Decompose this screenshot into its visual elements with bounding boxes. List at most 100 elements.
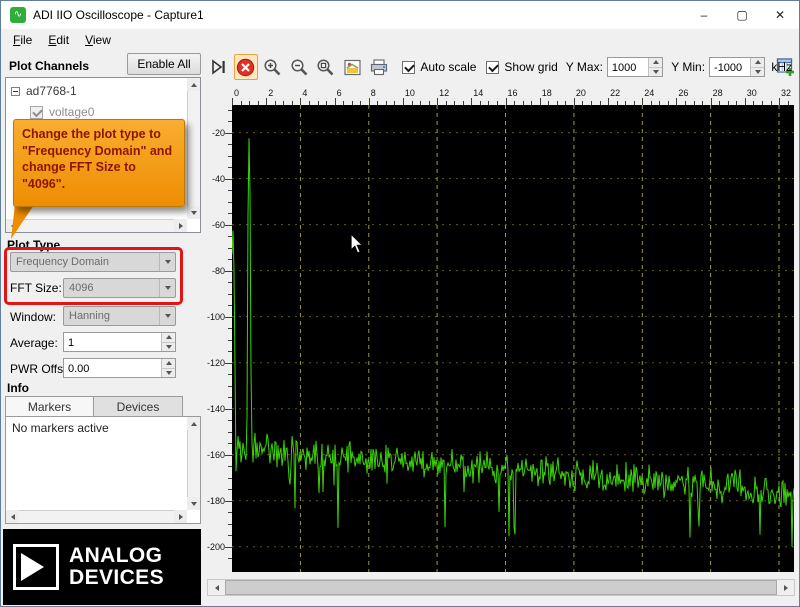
capture-play-button[interactable] bbox=[207, 54, 232, 80]
y-max-label: Y Max: bbox=[565, 60, 603, 74]
x-axis-label: 22 bbox=[610, 88, 621, 98]
scroll-right-icon[interactable] bbox=[174, 219, 187, 232]
save-image-icon bbox=[344, 59, 361, 75]
spin-up-icon[interactable] bbox=[649, 58, 663, 68]
menu-file[interactable]: File bbox=[5, 30, 40, 50]
x-axis-tick bbox=[300, 98, 302, 105]
plot-type-dropdown[interactable]: Frequency Domain bbox=[10, 252, 176, 272]
y-axis-label: -40 bbox=[211, 173, 225, 184]
spin-up-icon[interactable] bbox=[751, 58, 765, 68]
tree-vertical-scrollbar[interactable] bbox=[187, 78, 200, 219]
x-axis-tick bbox=[505, 98, 507, 105]
window-dropdown[interactable]: Hanning bbox=[63, 306, 176, 326]
scroll-right-icon[interactable] bbox=[777, 580, 794, 595]
x-axis-tick bbox=[710, 98, 712, 105]
print-button[interactable] bbox=[367, 54, 392, 80]
scrollbar-thumb[interactable] bbox=[225, 580, 777, 595]
spin-down-icon[interactable] bbox=[751, 67, 765, 76]
markers-vertical-scrollbar[interactable] bbox=[187, 417, 200, 510]
main-area: Auto scale Show grid Y Max: 1000 Y Min: … bbox=[206, 51, 799, 606]
auto-scale-checkbox[interactable]: Auto scale bbox=[402, 60, 476, 74]
y-max-spinbox[interactable]: 1000 bbox=[606, 57, 664, 77]
plot-horizontal-scrollbar[interactable] bbox=[207, 579, 795, 596]
chevron-down-icon bbox=[159, 253, 175, 271]
x-axis-label: 26 bbox=[678, 88, 689, 98]
zoom-fit-button[interactable] bbox=[314, 54, 339, 80]
zoom-in-icon bbox=[264, 58, 281, 75]
pwr-offset-spinbox[interactable]: 0.00 bbox=[63, 358, 176, 378]
y-axis-label: -180 bbox=[206, 495, 225, 506]
x-axis-label: 24 bbox=[644, 88, 655, 98]
y-axis-tick bbox=[225, 500, 232, 502]
plot-type-label: Plot Type bbox=[7, 238, 61, 252]
plot-type-value: Frequency Domain bbox=[16, 256, 109, 268]
minimize-button[interactable]: – bbox=[685, 1, 723, 29]
x-axis-tick bbox=[573, 98, 575, 105]
y-axis-label: -80 bbox=[211, 265, 225, 276]
scroll-down-icon[interactable] bbox=[187, 497, 200, 510]
checkbox-checked-icon[interactable] bbox=[486, 60, 500, 74]
x-axis-label: 2 bbox=[268, 88, 274, 98]
x-axis-tick bbox=[266, 98, 268, 105]
spin-up-icon[interactable] bbox=[162, 333, 175, 343]
average-label: Average: bbox=[10, 336, 58, 350]
x-axis-tick bbox=[437, 98, 439, 105]
plot-toolbar: Auto scale Show grid Y Max: 1000 Y Min: … bbox=[206, 51, 799, 83]
close-button[interactable]: ✕ bbox=[761, 1, 799, 29]
spin-down-icon[interactable] bbox=[649, 67, 663, 76]
menu-view[interactable]: View bbox=[77, 30, 119, 50]
window-value: Hanning bbox=[69, 310, 110, 322]
tree-channel-row[interactable]: voltage0 bbox=[30, 105, 94, 119]
window-label: Window: bbox=[10, 310, 57, 324]
analog-devices-logo: ANALOG DEVICES bbox=[3, 529, 201, 605]
spin-down-icon[interactable] bbox=[162, 342, 175, 351]
spin-up-icon[interactable] bbox=[162, 359, 175, 369]
plot-canvas[interactable] bbox=[231, 105, 795, 572]
scroll-right-icon[interactable] bbox=[174, 510, 187, 523]
y-axis-tick bbox=[225, 224, 232, 226]
menu-edit[interactable]: Edit bbox=[40, 30, 77, 50]
fft-size-dropdown[interactable]: 4096 bbox=[63, 278, 176, 298]
expander-collapse-icon[interactable] bbox=[11, 86, 20, 96]
y-axis-label: -60 bbox=[211, 219, 225, 230]
markers-horizontal-scrollbar[interactable] bbox=[6, 510, 187, 523]
x-axis-label: 10 bbox=[404, 88, 415, 98]
scroll-up-icon[interactable] bbox=[187, 78, 200, 91]
x-axis-label: 0 bbox=[234, 88, 240, 98]
x-axis-tick bbox=[676, 98, 678, 105]
y-axis-label: -140 bbox=[206, 403, 225, 414]
y-axis-label: -100 bbox=[206, 311, 225, 322]
average-value: 1 bbox=[68, 337, 75, 349]
tree-device-row[interactable]: ad7768-1 bbox=[11, 84, 77, 98]
channel-checkbox[interactable] bbox=[30, 105, 43, 119]
x-axis-tick bbox=[471, 98, 473, 105]
stop-capture-button[interactable] bbox=[233, 54, 259, 80]
tutorial-callout-text: Change the plot type to "Frequency Domai… bbox=[22, 127, 173, 191]
show-grid-checkbox[interactable]: Show grid bbox=[486, 60, 558, 74]
y-max-value: 1000 bbox=[611, 62, 637, 74]
x-axis-label: 8 bbox=[370, 88, 376, 98]
spin-down-icon[interactable] bbox=[162, 368, 175, 377]
scroll-left-icon[interactable] bbox=[208, 580, 225, 595]
x-axis-tick bbox=[402, 98, 404, 105]
scroll-left-icon[interactable] bbox=[6, 510, 19, 523]
x-axis-tick bbox=[642, 98, 644, 105]
tree-horizontal-scrollbar[interactable] bbox=[6, 219, 187, 232]
checkbox-checked-icon[interactable] bbox=[402, 60, 416, 74]
device-name: ad7768-1 bbox=[26, 84, 77, 98]
auto-scale-label: Auto scale bbox=[420, 60, 477, 74]
markers-status-text: No markers active bbox=[12, 421, 109, 435]
save-plot-button[interactable] bbox=[340, 54, 365, 80]
tab-devices[interactable]: Devices bbox=[94, 396, 183, 417]
maximize-button[interactable]: ▢ bbox=[723, 1, 761, 29]
y-min-spinbox[interactable]: -1000 bbox=[709, 57, 766, 77]
fft-trace bbox=[231, 138, 795, 547]
scroll-down-icon[interactable] bbox=[187, 206, 200, 219]
zoom-out-button[interactable] bbox=[287, 54, 312, 80]
zoom-in-button[interactable] bbox=[260, 54, 285, 80]
adi-triangle-logo-icon bbox=[13, 544, 59, 590]
enable-all-button[interactable]: Enable All bbox=[127, 53, 201, 75]
tab-markers[interactable]: Markers bbox=[5, 396, 94, 417]
scroll-up-icon[interactable] bbox=[187, 417, 200, 430]
average-spinbox[interactable]: 1 bbox=[63, 332, 176, 352]
